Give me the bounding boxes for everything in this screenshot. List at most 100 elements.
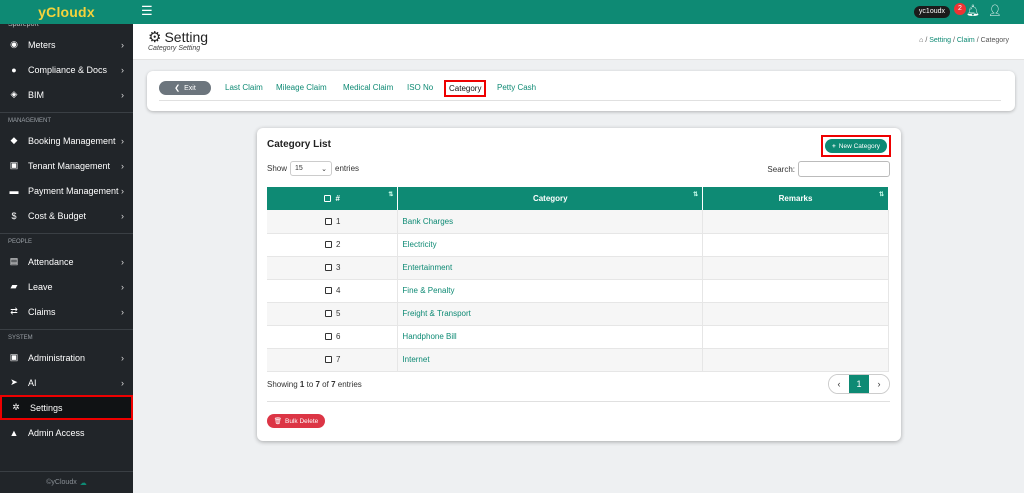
search-input[interactable]: [798, 161, 890, 177]
row-checkbox[interactable]: [325, 264, 332, 271]
lock-icon: ▲: [9, 427, 19, 438]
table-row[interactable]: 1 Bank Charges: [267, 210, 889, 234]
table-row[interactable]: 7 Internet: [267, 348, 889, 372]
clipboard-icon: ▤: [9, 256, 19, 266]
category-list-card: Category List + New Category Show 15 ⌄ e…: [257, 128, 901, 441]
sort-icon: ⇅: [693, 192, 699, 198]
row-number: 3: [336, 263, 341, 272]
sidebar-item-bim[interactable]: ◈ BIM ›: [0, 82, 133, 107]
entries-select[interactable]: 15 ⌄: [290, 161, 333, 176]
sidebar-item-leave[interactable]: ▰ Leave ›: [0, 274, 133, 299]
user-icon[interactable]: 👤︎: [988, 4, 1002, 17]
page-subtitle: Category Setting: [148, 45, 201, 52]
tab-mileage-claim[interactable]: Mileage Claim: [276, 83, 327, 92]
exit-button[interactable]: ❮ Exit: [159, 81, 211, 95]
sidebar-item-admin-access[interactable]: ▲ Admin Access: [0, 420, 133, 445]
sidebar-item-cut[interactable]: Spareport: [0, 24, 133, 32]
home-icon[interactable]: ⌂: [919, 37, 923, 44]
category-link[interactable]: Fine & Penalty: [397, 279, 704, 303]
copyright-text: ©yCloudx: [46, 479, 77, 486]
sidebar-item-settings[interactable]: ✲ Settings: [0, 395, 133, 420]
tab-category[interactable]: Category: [444, 80, 487, 97]
tab-petty-cash[interactable]: Petty Cash: [497, 83, 536, 92]
new-category-button[interactable]: + New Category: [825, 139, 887, 153]
row-checkbox[interactable]: [325, 217, 332, 225]
column-header-category[interactable]: Category ⇅: [397, 187, 704, 210]
table-row[interactable]: 4 Fine & Penalty: [267, 279, 889, 303]
show-label: Show: [267, 164, 288, 173]
sidebar-section-label: PEOPLE: [0, 233, 133, 249]
sidebar-item-label: Meters: [28, 39, 56, 50]
select-all-checkbox[interactable]: [324, 195, 332, 202]
menu-toggle-icon[interactable]: ☰: [141, 4, 153, 18]
search-control: Search:: [767, 161, 890, 177]
tab-last-claim[interactable]: Last Claim: [225, 83, 263, 92]
gear-icon: ⚙: [148, 29, 162, 46]
sidebar-item-label: Cost & Budget: [28, 210, 87, 221]
category-link[interactable]: Freight & Transport: [397, 302, 704, 326]
tab-medical-claim[interactable]: Medical Claim: [343, 83, 393, 92]
tab-iso-no[interactable]: ISO No: [407, 83, 433, 92]
table-row[interactable]: 3 Entertainment: [267, 256, 889, 280]
topbar: ☰ yc1oudx 2 🔔︎ 👤︎: [133, 0, 1024, 24]
breadcrumb-setting[interactable]: Setting: [929, 37, 951, 44]
sidebar-item-tenant-management[interactable]: ▣ Tenant Management ›: [0, 153, 133, 178]
cloud-icon: ☁: [79, 479, 87, 487]
claim-tabs-card: ❮ Exit Last Claim Mileage Claim Medical …: [147, 71, 1015, 111]
remarks-cell: [702, 325, 889, 349]
category-table: # ⇅ Category ⇅ Remarks ⇅ 1 Bank Charges 2 E…: [267, 187, 889, 372]
trash-icon: 🗑︎: [273, 418, 282, 425]
next-page-button[interactable]: ›: [869, 375, 889, 393]
row-number-cell: 3: [267, 256, 399, 280]
row-checkbox[interactable]: [325, 333, 332, 340]
sidebar-item-compliance-docs[interactable]: ● Compliance & Docs ›: [0, 57, 133, 82]
sidebar-item-meters[interactable]: ◉ Meters ›: [0, 32, 133, 57]
table-row[interactable]: 5 Freight & Transport: [267, 302, 889, 326]
sidebar-item-label: Attendance: [28, 256, 74, 267]
sidebar-item-booking-management[interactable]: ◆ Booking Management ›: [0, 128, 133, 153]
breadcrumb-claim[interactable]: Claim: [957, 37, 975, 44]
gauge-icon: ◉: [10, 39, 18, 49]
prev-page-button[interactable]: ‹: [829, 375, 849, 393]
table-row[interactable]: 6 Handphone Bill: [267, 325, 889, 349]
bulk-delete-button[interactable]: 🗑︎ Bulk Delete: [267, 414, 325, 428]
breadcrumb: ⌂ / Setting / Claim / Category: [919, 37, 1009, 44]
remarks-cell: [702, 256, 889, 280]
chevron-right-icon: ›: [121, 352, 124, 363]
bulk-delete-label: Bulk Delete: [285, 417, 319, 425]
category-link[interactable]: Entertainment: [397, 256, 704, 280]
category-link[interactable]: Electricity: [397, 233, 704, 257]
sidebar-item-administration[interactable]: ▣ Administration ›: [0, 345, 133, 370]
column-header-remarks[interactable]: Remarks ⇅: [702, 187, 889, 210]
new-category-highlight: + New Category: [821, 135, 891, 157]
table-body: 1 Bank Charges 2 Electricity 3 Entertainment 4…: [267, 210, 889, 372]
sidebar-item-cost-budget[interactable]: $ Cost & Budget ›: [0, 203, 133, 228]
sidebar-item-attendance[interactable]: ▤ Attendance ›: [0, 249, 133, 274]
sidebar-item-label: Administration: [28, 352, 86, 363]
brand-logo[interactable]: yCloudx: [0, 0, 133, 24]
category-link[interactable]: Internet: [397, 348, 704, 372]
column-header-number[interactable]: # ⇅: [267, 187, 399, 210]
row-checkbox[interactable]: [325, 356, 332, 363]
search-label: Search:: [767, 164, 795, 174]
chevron-down-icon: ⌄: [321, 165, 328, 173]
sidebar-item-claims[interactable]: ⇄ Claims ›: [0, 299, 133, 324]
page-button-1[interactable]: 1: [849, 375, 869, 393]
sidebar-item-payment-management[interactable]: ▬ Payment Management ›: [0, 178, 133, 203]
sort-icon: ⇅: [878, 192, 884, 198]
entries-length-control: Show 15 ⌄ entries: [267, 161, 359, 176]
notification-count-badge[interactable]: 2: [954, 3, 966, 15]
table-row[interactable]: 2 Electricity: [267, 233, 889, 257]
entries-value: 15: [295, 165, 303, 172]
bell-icon[interactable]: 🔔︎: [966, 4, 980, 17]
row-checkbox[interactable]: [325, 310, 332, 317]
row-checkbox[interactable]: [325, 287, 332, 294]
row-number-cell: 2: [267, 233, 399, 257]
page-title-text: Setting: [164, 29, 209, 45]
category-link[interactable]: Handphone Bill: [397, 325, 704, 349]
column-header-label: Remarks: [778, 194, 813, 203]
sidebar-item-ai[interactable]: ➤ AI ›: [0, 370, 133, 395]
row-checkbox[interactable]: [325, 241, 332, 248]
user-badge[interactable]: yc1oudx: [913, 6, 950, 18]
category-link[interactable]: Bank Charges: [397, 210, 704, 234]
